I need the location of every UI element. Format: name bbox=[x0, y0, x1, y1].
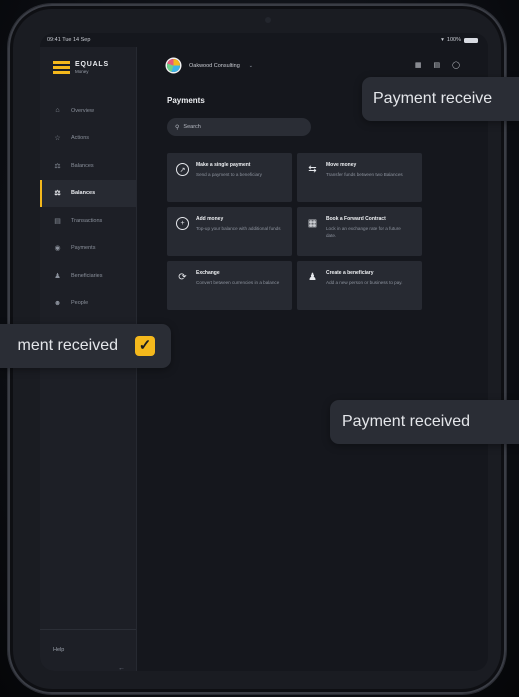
sidebar-item-beneficiaries[interactable]: ♟ Beneficiaries bbox=[40, 262, 136, 290]
sidebar-divider bbox=[40, 629, 136, 630]
collapse-sidebar-icon[interactable]: ← bbox=[118, 665, 125, 671]
chevron-down-icon: ⌄ bbox=[248, 62, 253, 69]
list-icon: ▤ bbox=[54, 217, 61, 225]
org-avatar bbox=[167, 59, 180, 72]
sidebar-item-label: Transactions bbox=[71, 217, 103, 224]
card-move-money[interactable]: ⇆ Move money Transfer funds between two … bbox=[297, 153, 422, 202]
bank-icon: ⚖ bbox=[54, 190, 61, 198]
status-right: ▾ 100% bbox=[441, 37, 478, 43]
brand-logo[interactable]: EQUALS Money bbox=[53, 61, 109, 74]
scan-icon[interactable]: ▦ bbox=[415, 61, 422, 69]
people-icon: ☻ bbox=[53, 299, 62, 307]
toast-payment-received-top: Payment receive bbox=[362, 77, 519, 121]
sidebar-item-label: Overview bbox=[71, 107, 94, 114]
sidebar-item-people[interactable]: ☻ People bbox=[40, 290, 136, 318]
bell-icon[interactable]: ◯ bbox=[452, 61, 460, 69]
card-book-forward-contract[interactable]: ▦ Book a Forward Contract Lock in an exc… bbox=[297, 207, 422, 256]
sidebar-item-label: Actions bbox=[71, 135, 90, 142]
add-beneficiary-icon: ♟ bbox=[308, 272, 317, 283]
star-icon: ☆ bbox=[54, 135, 61, 143]
logo-mark bbox=[53, 61, 70, 74]
sidebar-item-label: Balances bbox=[71, 162, 94, 169]
top-actions: ▦ ▤ ◯ bbox=[415, 61, 460, 69]
sidebar-item-label: Balances bbox=[71, 190, 96, 197]
org-name: Oakwood Consulting bbox=[189, 62, 240, 69]
document-icon[interactable]: ▤ bbox=[434, 61, 441, 69]
exchange-icon: ⟳ bbox=[178, 272, 187, 283]
camera-dot bbox=[265, 17, 271, 23]
search-input[interactable] bbox=[183, 124, 294, 130]
card-desc: Add a new person or business to pay. bbox=[326, 280, 403, 285]
card-title: Add money bbox=[196, 216, 224, 222]
card-title: Create a beneficiary bbox=[326, 270, 374, 276]
brand-name: EQUALS bbox=[75, 61, 109, 68]
sidebar-item-label: People bbox=[71, 300, 89, 307]
status-bar: 09:41 Tue 14 Sep ▾ 100% bbox=[40, 33, 488, 47]
battery-icon bbox=[464, 37, 478, 43]
toast-text: Payment received bbox=[342, 413, 471, 430]
status-time: 09:41 Tue 14 Sep bbox=[47, 37, 91, 43]
send-arrow-icon: ↗ bbox=[176, 163, 189, 176]
search-bar[interactable]: ⚲ bbox=[167, 118, 311, 136]
card-add-money[interactable]: + Add money Top-up your balance with add… bbox=[167, 207, 292, 256]
main-content: Oakwood Consulting ⌄ ▦ ▤ ◯ Payments ⚲ ↗ … bbox=[137, 47, 488, 671]
page-title: Payments bbox=[167, 96, 205, 105]
org-switcher[interactable]: Oakwood Consulting ⌄ bbox=[167, 59, 253, 72]
sidebar-item-label: Beneficiaries bbox=[71, 272, 103, 279]
card-desc: Transfer funds between two Balances bbox=[326, 172, 403, 177]
home-icon: ⌂ bbox=[55, 107, 60, 115]
battery-level: 100% bbox=[446, 37, 461, 43]
card-create-beneficiary[interactable]: ♟ Create a beneficiary Add a new person … bbox=[297, 261, 422, 310]
card-title: Exchange bbox=[196, 270, 220, 276]
sidebar-item-overview[interactable]: ⌂ Overview bbox=[40, 97, 136, 125]
sidebar-item-transactions[interactable]: ▤ Transactions bbox=[40, 207, 136, 235]
toast-text: Payment receive bbox=[373, 90, 493, 107]
wifi-icon: ▾ bbox=[441, 37, 444, 43]
sidebar-item-balances[interactable]: ⚖ Balances bbox=[40, 152, 136, 180]
calendar-icon: ▦ bbox=[307, 218, 318, 229]
bank-icon: ⚖ bbox=[54, 162, 61, 170]
sidebar-item-actions[interactable]: ☆ Actions bbox=[40, 125, 136, 153]
checkmark-icon: ✓ bbox=[135, 336, 155, 356]
card-desc: Top-up your balance with additional fund… bbox=[196, 226, 281, 231]
sidebar-item-balances-active[interactable]: ⚖ Balances bbox=[40, 179, 136, 207]
card-title: Book a Forward Contract bbox=[326, 216, 386, 222]
search-icon: ⚲ bbox=[175, 124, 180, 131]
card-exchange[interactable]: ⟳ Exchange Convert between currencies in… bbox=[167, 261, 292, 310]
swap-arrows-icon: ⇆ bbox=[308, 164, 317, 175]
beneficiaries-icon: ♟ bbox=[54, 272, 61, 280]
payment-actions-grid: ↗ Make a single payment Send a payment t… bbox=[167, 153, 422, 310]
toast-text: ment received bbox=[17, 337, 119, 354]
card-title: Move money bbox=[326, 162, 357, 168]
card-desc: Lock in an exchange rate for a future da… bbox=[326, 226, 401, 238]
card-title: Make a single payment bbox=[196, 162, 251, 168]
toast-payment-received-right: Payment received bbox=[330, 400, 519, 444]
card-desc: Convert between currencies in a balance bbox=[196, 280, 280, 285]
toast-payment-received-left: ment received ✓ bbox=[0, 324, 171, 368]
sidebar-item-payments[interactable]: ◉ Payments bbox=[40, 235, 136, 263]
sidebar-item-label: Payments bbox=[71, 245, 96, 252]
card-make-single-payment[interactable]: ↗ Make a single payment Send a payment t… bbox=[167, 153, 292, 202]
payments-icon: ◉ bbox=[54, 245, 61, 253]
plus-circle-icon: + bbox=[176, 217, 189, 230]
brand-sub: Money bbox=[75, 69, 89, 74]
help-link[interactable]: Help bbox=[53, 647, 64, 653]
card-desc: Send a payment to a beneficiary bbox=[196, 172, 262, 177]
sidebar-nav: ⌂ Overview ☆ Actions ⚖ Balances ⚖ Balanc… bbox=[40, 97, 136, 317]
